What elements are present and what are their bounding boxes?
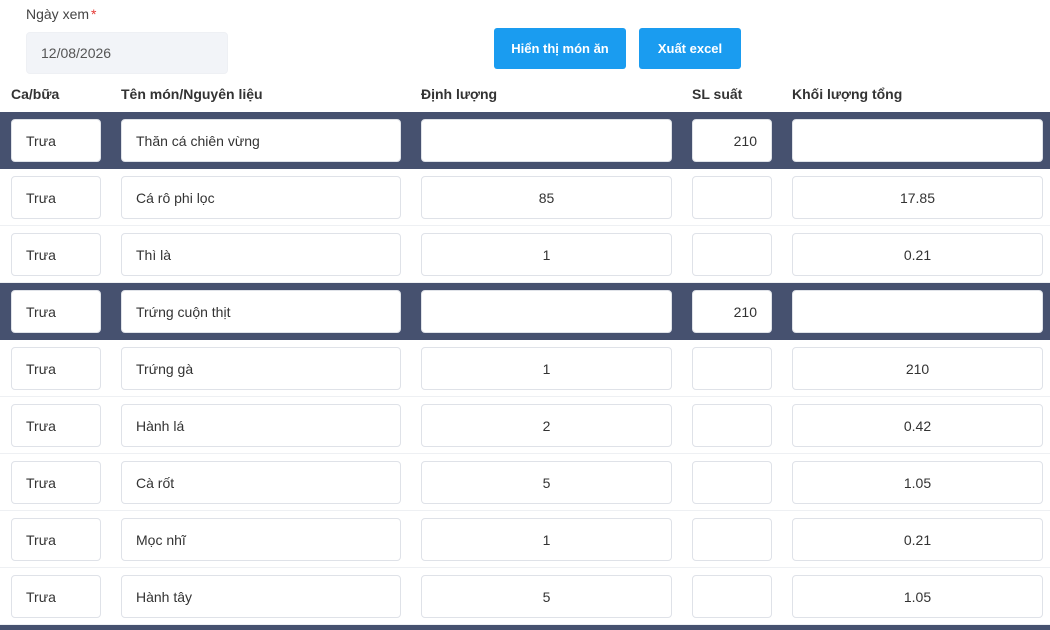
required-mark: * [91, 6, 97, 22]
name-cell[interactable]: Thì là [121, 233, 401, 276]
meal-cell[interactable]: Trưa [11, 461, 101, 504]
servings-cell[interactable] [692, 347, 772, 390]
meal-cell[interactable]: Trưa [11, 233, 101, 276]
servings-cell[interactable] [692, 461, 772, 504]
servings-cell[interactable] [692, 404, 772, 447]
ingredient-row: Trưa Cà rốt 5 1.05 [0, 454, 1050, 511]
quantity-cell[interactable]: 1 [421, 347, 672, 390]
ingredient-row: Trưa Mọc nhĩ 1 0.21 [0, 511, 1050, 568]
name-cell[interactable]: Cá rô phi lọc [121, 176, 401, 219]
quantity-cell[interactable] [421, 119, 672, 162]
meal-cell[interactable]: Trưa [11, 404, 101, 447]
table-header: Ca/bữa Tên món/Nguyên liệu Định lượng SL… [0, 86, 1050, 110]
header-meal: Ca/bữa [11, 86, 60, 102]
meal-cell[interactable]: Trưa [11, 176, 101, 219]
show-dishes-button[interactable]: Hiển thị món ăn [494, 28, 626, 69]
meal-cell[interactable]: Trưa [11, 119, 101, 162]
header-name: Tên món/Nguyên liệu [121, 86, 263, 102]
dish-row: Trưa Thăn cá chiên vừng 210 [0, 112, 1050, 169]
meal-cell[interactable]: Trưa [11, 518, 101, 561]
quantity-cell[interactable]: 1 [421, 233, 672, 276]
date-label: Ngày xem * [26, 6, 96, 22]
name-cell[interactable]: Hành lá [121, 404, 401, 447]
name-cell[interactable]: Trứng cuộn thịt [121, 290, 401, 333]
meal-cell[interactable]: Trưa [11, 347, 101, 390]
date-input[interactable] [26, 32, 228, 74]
name-cell[interactable]: Hành tây [121, 575, 401, 618]
servings-cell[interactable] [692, 176, 772, 219]
meal-cell[interactable]: Trưa [11, 575, 101, 618]
next-dish-row-edge [0, 625, 1050, 630]
dish-row: Trưa Trứng cuộn thịt 210 [0, 283, 1050, 340]
quantity-cell[interactable] [421, 290, 672, 333]
ingredient-row: Trưa Trứng gà 1 210 [0, 340, 1050, 397]
ingredient-row: Trưa Cá rô phi lọc 85 17.85 [0, 169, 1050, 226]
quantity-cell[interactable]: 5 [421, 575, 672, 618]
total-cell[interactable]: 210 [792, 347, 1043, 390]
meal-cell[interactable]: Trưa [11, 290, 101, 333]
total-cell[interactable]: 1.05 [792, 575, 1043, 618]
servings-cell[interactable]: 210 [692, 119, 772, 162]
total-cell[interactable]: 0.21 [792, 518, 1043, 561]
servings-cell[interactable]: 210 [692, 290, 772, 333]
export-excel-button[interactable]: Xuất excel [639, 28, 741, 69]
total-cell[interactable]: 0.42 [792, 404, 1043, 447]
total-cell[interactable] [792, 119, 1043, 162]
name-cell[interactable]: Thăn cá chiên vừng [121, 119, 401, 162]
servings-cell[interactable] [692, 575, 772, 618]
name-cell[interactable]: Trứng gà [121, 347, 401, 390]
total-cell[interactable] [792, 290, 1043, 333]
header-total: Khối lượng tổng [792, 86, 903, 102]
ingredient-row: Trưa Hành tây 5 1.05 [0, 568, 1050, 625]
date-label-text: Ngày xem [26, 6, 90, 22]
header-servings: SL suất [692, 86, 743, 102]
ingredient-row: Trưa Thì là 1 0.21 [0, 226, 1050, 283]
ingredient-row: Trưa Hành lá 2 0.42 [0, 397, 1050, 454]
servings-cell[interactable] [692, 233, 772, 276]
name-cell[interactable]: Mọc nhĩ [121, 518, 401, 561]
header-quantity: Định lượng [421, 86, 498, 102]
quantity-cell[interactable]: 2 [421, 404, 672, 447]
quantity-cell[interactable]: 5 [421, 461, 672, 504]
quantity-cell[interactable]: 1 [421, 518, 672, 561]
total-cell[interactable]: 17.85 [792, 176, 1043, 219]
total-cell[interactable]: 1.05 [792, 461, 1043, 504]
table-body: Trưa Thăn cá chiên vừng 210 Trưa Cá rô phi l… [0, 112, 1050, 625]
servings-cell[interactable] [692, 518, 772, 561]
name-cell[interactable]: Cà rốt [121, 461, 401, 504]
quantity-cell[interactable]: 85 [421, 176, 672, 219]
total-cell[interactable]: 0.21 [792, 233, 1043, 276]
page: Ngày xem* Hiển thị món ăn Xuất excel Ca/… [0, 0, 1050, 630]
